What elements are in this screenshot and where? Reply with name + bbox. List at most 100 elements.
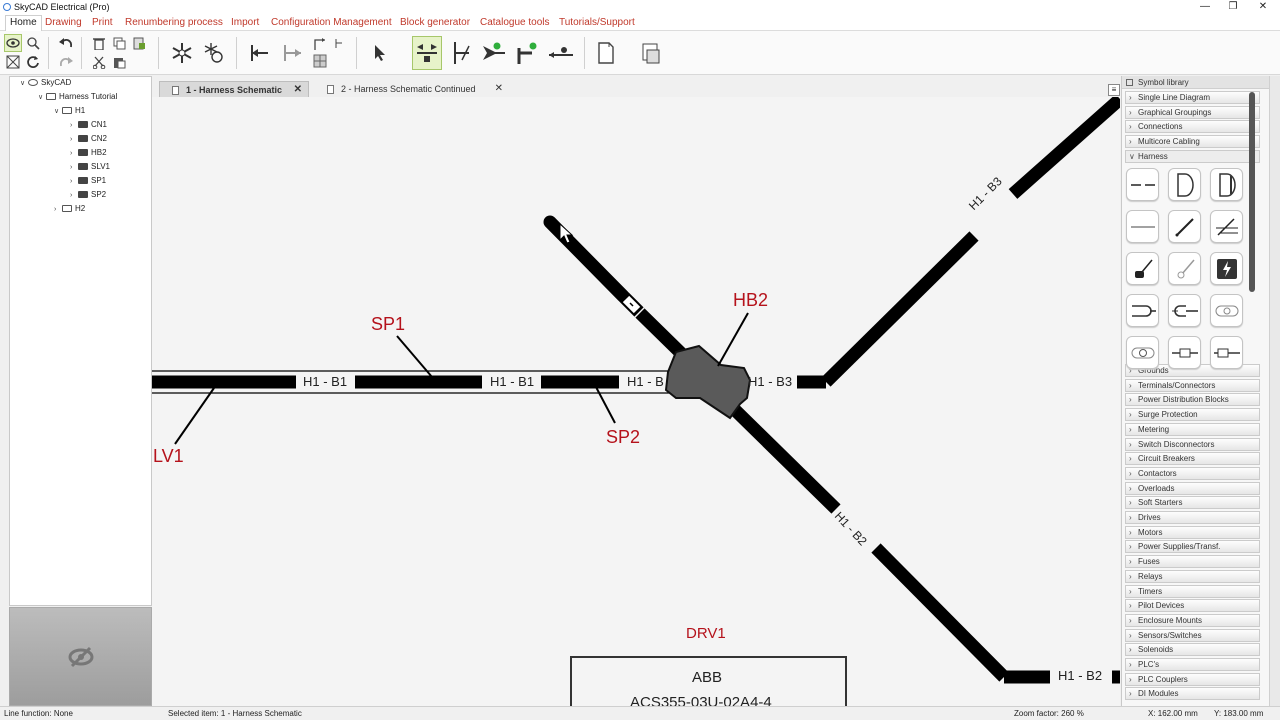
grommet-round-icon[interactable] bbox=[1126, 336, 1159, 369]
category-multicore-cabling[interactable]: › Multicore Cabling bbox=[1125, 135, 1260, 149]
splice-icon[interactable] bbox=[1126, 252, 1159, 285]
menu-catalogue-tools[interactable]: Catalogue tools bbox=[480, 17, 550, 28]
tree-node-sp2[interactable]: › SP2 bbox=[70, 189, 106, 201]
arrow-star-icon[interactable] bbox=[481, 39, 507, 67]
connector-d-dark-icon[interactable] bbox=[1210, 168, 1243, 201]
wire-slash-icon[interactable] bbox=[1168, 210, 1201, 243]
snowflake-refresh-icon[interactable] bbox=[202, 41, 226, 65]
collapse-chevron-icon[interactable]: ∨ bbox=[20, 78, 28, 90]
splice-light-icon[interactable] bbox=[1168, 252, 1201, 285]
menu-home[interactable]: Home bbox=[5, 15, 42, 31]
close-tab-icon[interactable]: ✕ bbox=[294, 82, 302, 98]
category-connections[interactable]: › Connections bbox=[1125, 120, 1260, 134]
category-contactors[interactable]: › Contactors bbox=[1125, 466, 1260, 480]
category-graphical-groupings[interactable]: › Graphical Groupings bbox=[1125, 105, 1260, 119]
zoom-icon[interactable] bbox=[24, 34, 42, 52]
label-hb2[interactable]: HB2 bbox=[733, 290, 768, 311]
grid-icon[interactable] bbox=[312, 53, 328, 69]
connect-right-icon[interactable] bbox=[280, 41, 304, 65]
menu-configuration[interactable]: Configuration Management bbox=[271, 17, 392, 28]
category-sensors-switches[interactable]: › Sensors/Switches bbox=[1125, 628, 1260, 642]
category-solenoids[interactable]: › Solenoids bbox=[1125, 643, 1260, 657]
tree-node-h2[interactable]: › H2 bbox=[54, 203, 85, 215]
refresh-icon[interactable] bbox=[24, 53, 42, 71]
tab-harness-schematic[interactable]: 1 - Harness Schematic ✕ bbox=[159, 81, 309, 97]
category-single-line-diagram[interactable]: › Single Line Diagram bbox=[1125, 91, 1260, 104]
category-plc-couplers[interactable]: › PLC Couplers bbox=[1125, 672, 1260, 686]
save-icon[interactable] bbox=[640, 39, 662, 67]
label-drv1[interactable]: DRV1 bbox=[686, 625, 726, 642]
tree-node-harness-tutorial[interactable]: ∨ Harness Tutorial bbox=[38, 91, 117, 103]
snowflake-icon[interactable] bbox=[170, 41, 194, 65]
category-circuit-breakers[interactable]: › Circuit Breakers bbox=[1125, 452, 1260, 466]
expand-chevron-icon[interactable]: › bbox=[70, 148, 78, 160]
category-power-supplies-transf-[interactable]: › Power Supplies/Transf. bbox=[1125, 540, 1260, 554]
category-enclosure-mounts[interactable]: › Enclosure Mounts bbox=[1125, 613, 1260, 627]
menu-renumbering[interactable]: Renumbering process bbox=[125, 17, 223, 28]
grommet-icon[interactable] bbox=[1210, 294, 1243, 327]
label-lv1[interactable]: LV1 bbox=[153, 446, 184, 467]
document-icon[interactable] bbox=[595, 39, 617, 67]
delete-icon[interactable] bbox=[90, 34, 108, 52]
menu-import[interactable]: Import bbox=[231, 17, 259, 28]
expand-chevron-icon[interactable]: › bbox=[70, 190, 78, 202]
category-relays[interactable]: › Relays bbox=[1125, 569, 1260, 583]
cut-icon[interactable] bbox=[90, 53, 108, 71]
tree-node-cn2[interactable]: › CN2 bbox=[70, 133, 107, 145]
zoom-extents-icon[interactable] bbox=[4, 53, 22, 71]
clip-end-icon[interactable] bbox=[1210, 336, 1243, 369]
tab-harness-schematic-continued[interactable]: 2 - Harness Schematic Continued ✕ bbox=[315, 81, 509, 97]
collapse-chevron-icon[interactable]: ∨ bbox=[54, 106, 62, 118]
copy-icon[interactable] bbox=[110, 34, 128, 52]
library-scrollbar[interactable] bbox=[1249, 92, 1255, 292]
close-window-button[interactable]: ✕ bbox=[1248, 0, 1278, 14]
menu-drawing[interactable]: Drawing bbox=[45, 17, 82, 28]
category-motors[interactable]: › Motors bbox=[1125, 525, 1260, 539]
minimize-button[interactable]: — bbox=[1190, 0, 1220, 14]
category-fuses[interactable]: › Fuses bbox=[1125, 555, 1260, 569]
tree-node-skycad[interactable]: ∨ SkyCAD bbox=[20, 77, 71, 89]
category-switch-disconnectors[interactable]: › Switch Disconnectors bbox=[1125, 437, 1260, 451]
undo-icon[interactable] bbox=[57, 34, 75, 52]
category-terminals-connectors[interactable]: › Terminals/Connectors bbox=[1125, 378, 1260, 392]
paste-icon[interactable] bbox=[110, 53, 128, 71]
route-icon[interactable] bbox=[312, 36, 328, 52]
category-soft-starters[interactable]: › Soft Starters bbox=[1125, 496, 1260, 510]
tree-node-hb2[interactable]: › HB2 bbox=[70, 147, 107, 159]
connect-left-icon[interactable] bbox=[247, 41, 271, 65]
canvas-menu-button[interactable]: ≡ bbox=[1108, 84, 1120, 96]
eye-icon[interactable] bbox=[4, 34, 22, 52]
category-pilot-devices[interactable]: › Pilot Devices bbox=[1125, 599, 1260, 613]
category-metering[interactable]: › Metering bbox=[1125, 422, 1260, 436]
connector-d-icon[interactable] bbox=[1168, 168, 1201, 201]
expand-chevron-icon[interactable]: › bbox=[70, 162, 78, 174]
category-overloads[interactable]: › Overloads bbox=[1125, 481, 1260, 495]
category-di-modules[interactable]: › DI Modules bbox=[1125, 687, 1260, 701]
terminal-icon[interactable] bbox=[448, 39, 472, 67]
tree-node-sp1[interactable]: › SP1 bbox=[70, 175, 106, 187]
tree-node-h1[interactable]: ∨ H1 bbox=[54, 105, 85, 117]
branch-star-icon[interactable] bbox=[514, 39, 540, 67]
tree-node-cn1[interactable]: › CN1 bbox=[70, 119, 107, 131]
label-sp2[interactable]: SP2 bbox=[606, 427, 640, 448]
wire-dashed-icon[interactable] bbox=[1126, 168, 1159, 201]
lightning-icon[interactable] bbox=[1210, 252, 1243, 285]
category-surge-protection[interactable]: › Surge Protection bbox=[1125, 408, 1260, 422]
restore-button[interactable]: ❐ bbox=[1218, 0, 1248, 14]
pointer-icon[interactable] bbox=[370, 43, 390, 63]
paste-format-icon[interactable] bbox=[130, 34, 148, 52]
menu-block-generator[interactable]: Block generator bbox=[400, 17, 470, 28]
category-drives[interactable]: › Drives bbox=[1125, 511, 1260, 524]
route-small-icon[interactable] bbox=[332, 36, 346, 50]
menu-tutorials[interactable]: Tutorials/Support bbox=[559, 17, 635, 28]
collapse-chevron-icon[interactable]: ∨ bbox=[38, 92, 46, 104]
category-power-distribution-blocks[interactable]: › Power Distribution Blocks bbox=[1125, 393, 1260, 407]
expand-chevron-icon[interactable]: › bbox=[54, 204, 62, 216]
redo-icon[interactable] bbox=[57, 53, 75, 71]
category-plc-s[interactable]: › PLC's bbox=[1125, 658, 1260, 671]
move-wire-icon[interactable] bbox=[412, 36, 442, 70]
hidden-eye-icon[interactable] bbox=[68, 646, 94, 670]
sleeve-closed-icon[interactable] bbox=[1168, 294, 1201, 327]
label-sp1[interactable]: SP1 bbox=[371, 314, 405, 335]
expand-chevron-icon[interactable]: › bbox=[70, 176, 78, 188]
